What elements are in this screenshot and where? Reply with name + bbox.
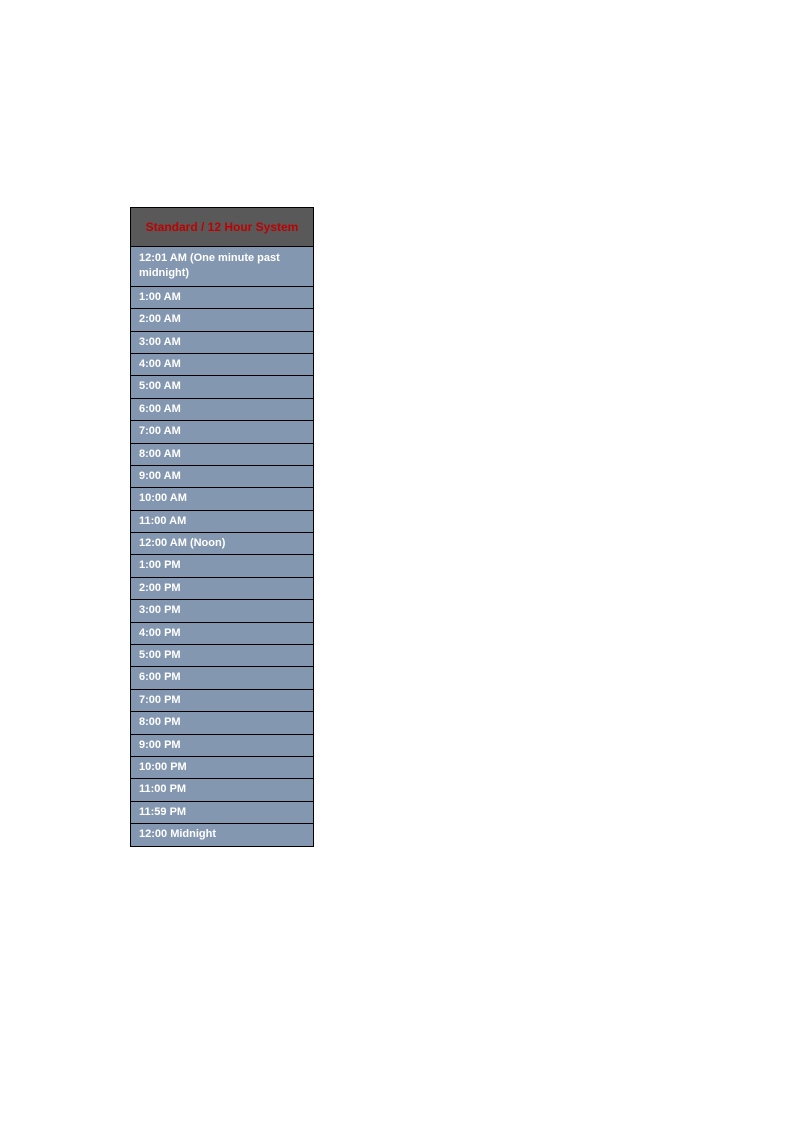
table-row: 5:00 PM	[131, 645, 313, 667]
table-row: 7:00 PM	[131, 690, 313, 712]
table-row: 5:00 AM	[131, 376, 313, 398]
table-row: 6:00 PM	[131, 667, 313, 689]
table-row: 2:00 AM	[131, 309, 313, 331]
table-row: 1:00 PM	[131, 555, 313, 577]
table-row: 8:00 AM	[131, 444, 313, 466]
table-row: 9:00 PM	[131, 735, 313, 757]
table-header: Standard / 12 Hour System	[131, 208, 313, 247]
table-row: 11:00 PM	[131, 779, 313, 801]
table-row: 3:00 PM	[131, 600, 313, 622]
table-row: 9:00 AM	[131, 466, 313, 488]
table-row: 12:00 Midnight	[131, 824, 313, 845]
table-row: 6:00 AM	[131, 399, 313, 421]
table-row: 7:00 AM	[131, 421, 313, 443]
time-system-table: Standard / 12 Hour System 12:01 AM (One …	[130, 207, 314, 847]
table-row: 11:00 AM	[131, 511, 313, 533]
table-row: 1:00 AM	[131, 287, 313, 309]
table-row: 8:00 PM	[131, 712, 313, 734]
table-row: 4:00 PM	[131, 623, 313, 645]
table-row: 10:00 AM	[131, 488, 313, 510]
table-row: 12:01 AM (One minute past midnight)	[131, 247, 313, 287]
table-row: 11:59 PM	[131, 802, 313, 824]
table-row: 2:00 PM	[131, 578, 313, 600]
table-row: 10:00 PM	[131, 757, 313, 779]
table-row: 4:00 AM	[131, 354, 313, 376]
table-row: 12:00 AM (Noon)	[131, 533, 313, 555]
table-row: 3:00 AM	[131, 332, 313, 354]
